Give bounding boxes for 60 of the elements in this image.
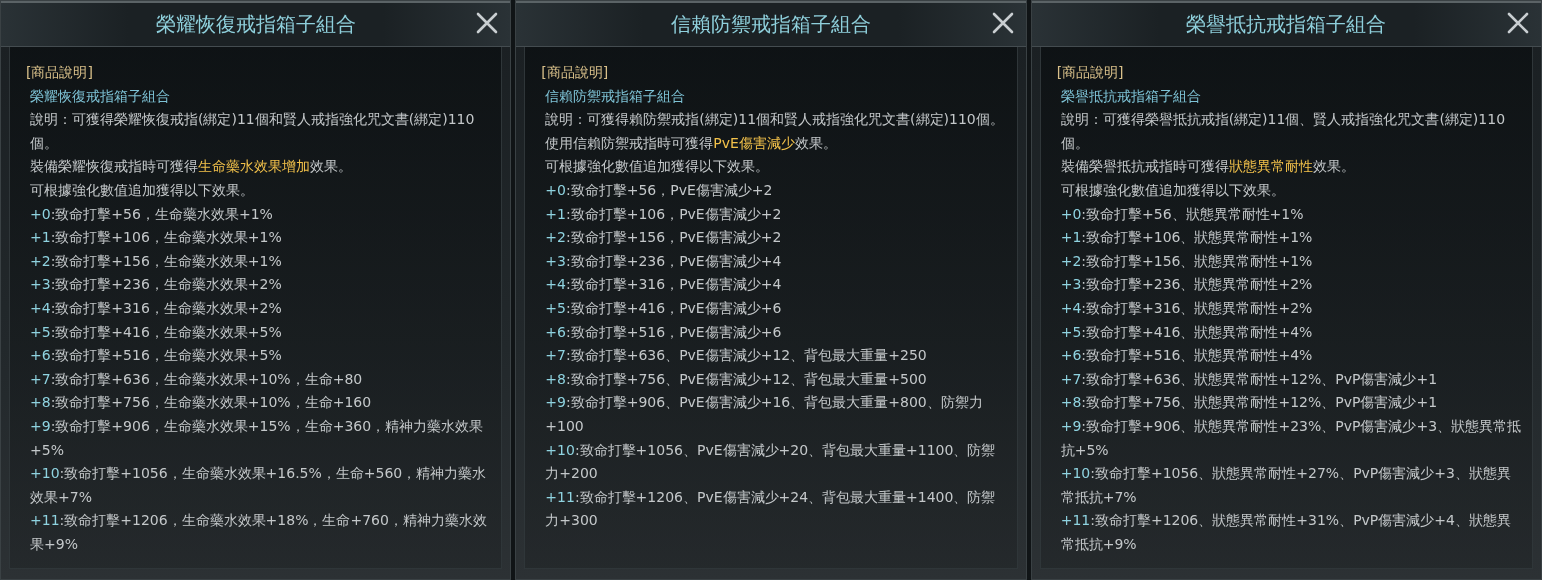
description-text: 說明：可獲得榮耀恢復戒指(綁定)11個和賢人戒指強化咒文書(綁定)110個。 bbox=[29, 110, 476, 153]
upgrade-line: +0:致命打擊+56，生命藥水效果+1% bbox=[29, 204, 274, 224]
close-icon bbox=[991, 12, 1014, 34]
panel-title: 榮耀恢復戒指箱子組合 bbox=[155, 11, 356, 38]
close-button[interactable] bbox=[991, 12, 1014, 34]
panel-title: 信賴防禦戒指箱子組合 bbox=[671, 11, 871, 38]
section-heading: [商品說明] bbox=[26, 63, 94, 82]
upgrade-line: +0:致命打擊+56、狀態異常耐性+1% bbox=[1059, 204, 1305, 224]
upgrade-line: +5:致命打擊+416，PvE傷害減少+6 bbox=[544, 298, 783, 318]
close-icon bbox=[1507, 12, 1529, 34]
close-icon bbox=[476, 12, 499, 34]
description-text: 可根據強化數值追加獲得以下效果。 bbox=[544, 157, 771, 177]
upgrade-line: +11:致命打擊+1206，生命藥水效果+18%，生命+760，精神力藥水效果+9% bbox=[29, 511, 488, 554]
upgrade-line: +3:致命打擊+236、狀態異常耐性+2% bbox=[1059, 275, 1314, 295]
upgrade-line: +6:致命打擊+516，PvE傷害減少+6 bbox=[544, 322, 783, 342]
section-heading: [商品說明] bbox=[541, 63, 610, 82]
section-heading: [商品說明] bbox=[1056, 63, 1125, 82]
upgrade-line: +10:致命打擊+1056、狀態異常耐性+27%、PvP傷害減少+3、狀態異常抵抗+7% bbox=[1059, 464, 1512, 507]
upgrade-line: +8:致命打擊+756、狀態異常耐性+12%、PvP傷害減少+1 bbox=[1059, 393, 1439, 413]
upgrade-line: +4:致命打擊+316，PvE傷害減少+4 bbox=[544, 275, 783, 295]
upgrade-line: +2:致命打擊+156、狀態異常耐性+1% bbox=[1059, 251, 1314, 271]
upgrade-line: +0:致命打擊+56，PvE傷害減少+2 bbox=[544, 180, 774, 200]
description-text: 可根據強化數值追加獲得以下效果。 bbox=[1059, 180, 1286, 200]
item-name: 榮耀恢復戒指箱子組合 bbox=[29, 86, 171, 106]
effect-text: 使用信賴防禦戒指時可獲得PvE傷害減少效果。 bbox=[544, 133, 838, 153]
upgrade-line: +6:致命打擊+516、狀態異常耐性+4% bbox=[1059, 346, 1314, 366]
upgrade-line: +2:致命打擊+156，生命藥水效果+1% bbox=[29, 251, 283, 271]
upgrade-line: +5:致命打擊+416，生命藥水效果+5% bbox=[29, 322, 283, 342]
upgrade-line: +4:致命打擊+316、狀態異常耐性+2% bbox=[1059, 298, 1314, 318]
upgrade-line: +10:致命打擊+1056、PvE傷害減少+20、背包最大重量+1100、防禦力+200 bbox=[544, 440, 997, 484]
upgrade-line: +7:致命打擊+636、PvE傷害減少+12、背包最大重量+250 bbox=[544, 346, 928, 366]
upgrade-line: +7:致命打擊+636、狀態異常耐性+12%、PvP傷害減少+1 bbox=[1059, 369, 1439, 389]
effect-text: 裝備榮耀恢復戒指時可獲得生命藥水效果增加效果。 bbox=[29, 157, 353, 177]
upgrade-line: +8:致命打擊+756、PvE傷害減少+12、背包最大重量+500 bbox=[544, 369, 928, 389]
item-name: 榮譽抵抗戒指箱子組合 bbox=[1059, 86, 1202, 106]
upgrade-line: +1:致命打擊+106，PvE傷害減少+2 bbox=[544, 204, 783, 224]
upgrade-line: +3:致命打擊+236，PvE傷害減少+4 bbox=[544, 251, 783, 271]
upgrade-line: +11:致命打擊+1206、PvE傷害減少+24、背包最大重量+1400、防禦力+300 bbox=[544, 487, 997, 531]
upgrade-line: +5:致命打擊+416、狀態異常耐性+4% bbox=[1059, 322, 1314, 342]
panel-title: 榮譽抵抗戒指箱子組合 bbox=[1186, 11, 1387, 38]
upgrade-line: +6:致命打擊+516，生命藥水效果+5% bbox=[29, 346, 283, 366]
upgrade-line: +1:致命打擊+106，生命藥水效果+1% bbox=[29, 228, 283, 248]
upgrade-line: +9:致命打擊+906、PvE傷害減少+16、背包最大重量+800、防禦力+100 bbox=[544, 393, 984, 436]
upgrade-line: +9:致命打擊+906，生命藥水效果+15%，生命+360，精神力藥水效果+5% bbox=[29, 416, 485, 460]
upgrade-line: +7:致命打擊+636，生命藥水效果+10%，生命+80 bbox=[29, 369, 364, 389]
upgrade-line: +10:致命打擊+1056，生命藥水效果+16.5%，生命+560，精神力藥水效果+7% bbox=[29, 464, 488, 507]
upgrade-line: +3:致命打擊+236，生命藥水效果+2% bbox=[29, 275, 283, 295]
upgrade-line: +8:致命打擊+756，生命藥水效果+10%，生命+160 bbox=[29, 393, 373, 413]
upgrade-line: +4:致命打擊+316，生命藥水效果+2% bbox=[29, 298, 283, 318]
close-button[interactable] bbox=[476, 12, 499, 34]
description-text: 說明：可獲得賴防禦戒指(綁定)11個和賢人戒指強化咒文書(綁定)110個。 bbox=[544, 110, 1005, 130]
upgrade-line: +2:致命打擊+156，PvE傷害減少+2 bbox=[544, 228, 783, 248]
description-text: 可根據強化數值追加獲得以下效果。 bbox=[29, 180, 255, 200]
effect-text: 裝備榮譽抵抗戒指時可獲得狀態異常耐性效果。 bbox=[1059, 157, 1356, 177]
item-name: 信賴防禦戒指箱子組合 bbox=[544, 86, 687, 106]
close-button[interactable] bbox=[1507, 12, 1529, 34]
upgrade-line: +1:致命打擊+106、狀態異常耐性+1% bbox=[1059, 228, 1314, 248]
upgrade-line: +9:致命打擊+906、狀態異常耐性+23%、PvP傷害減少+3、狀態異常抵抗+5% bbox=[1059, 416, 1522, 460]
upgrade-line: +11:致命打擊+1206、狀態異常耐性+31%、PvP傷害減少+4、狀態異常抵抗+9% bbox=[1059, 511, 1512, 554]
description-text: 說明：可獲得榮譽抵抗戒指(綁定)11個、賢人戒指強化咒文書(綁定)110個。 bbox=[1059, 110, 1507, 153]
